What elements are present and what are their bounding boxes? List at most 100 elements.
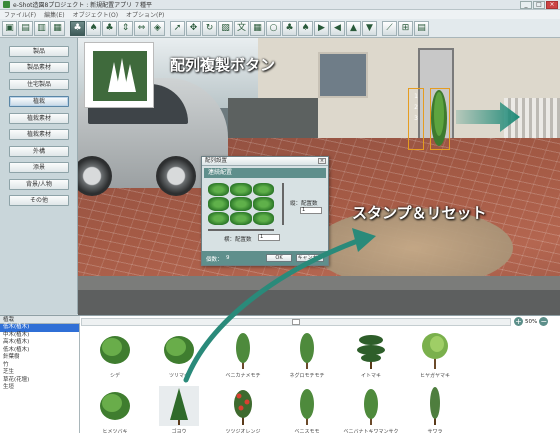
plant-item[interactable]: ツリマキ <box>149 330 209 382</box>
menu-object[interactable]: オブジェクト(O) <box>73 10 118 19</box>
flip-horizontal-icon[interactable]: ⇔ <box>134 20 149 36</box>
menu-file[interactable]: ファイル(F) <box>4 10 36 19</box>
plant-item[interactable]: ゴヨウ <box>149 386 209 433</box>
array-copy-logo <box>84 42 154 108</box>
left-button-planting[interactable]: 植栽 <box>9 96 69 107</box>
tree-icon[interactable]: ♠ <box>86 20 101 36</box>
category-item[interactable]: 生垣 <box>0 384 79 392</box>
arrow-right-icon[interactable]: ▶ <box>314 20 329 36</box>
plant-label: シデ <box>109 373 120 379</box>
minimize-button[interactable]: _ <box>520 1 532 9</box>
array-copy-icon[interactable]: ♣ <box>70 20 85 36</box>
rotate-icon[interactable]: ↻ <box>202 20 217 36</box>
selection-box-left[interactable]: 1 2 3 <box>408 88 424 150</box>
arrow-down-icon[interactable]: ▼ <box>362 20 377 36</box>
category-item[interactable]: 低木(植木) <box>0 347 79 355</box>
left-button-accessories[interactable]: 添景 <box>9 162 69 173</box>
plant-label: サワラ <box>427 429 443 433</box>
plant-item[interactable]: ベニスモモ <box>277 386 337 433</box>
menu-edit[interactable]: 編集(E) <box>44 10 64 19</box>
layout-icon[interactable]: ⊞ <box>398 20 413 36</box>
open-icon[interactable]: ▤ <box>18 20 33 36</box>
vertical-arrow-icon <box>282 183 284 225</box>
shrub-icon[interactable]: ♣ <box>282 20 297 36</box>
array-preview <box>208 183 274 225</box>
category-item[interactable]: 中木(植木) <box>0 332 79 340</box>
zoom-out-icon[interactable]: − <box>539 317 549 326</box>
measure-icon[interactable]: ⟋ <box>382 20 397 36</box>
close-button[interactable]: × <box>546 1 558 9</box>
left-button-exterior[interactable]: 外構 <box>9 146 69 157</box>
left-button-housing[interactable]: 住宅製品 <box>9 79 69 90</box>
mirror-icon[interactable]: ◈ <box>150 20 165 36</box>
print-icon[interactable]: ▦ <box>50 20 65 36</box>
flip-vertical-icon[interactable]: ⇕ <box>118 20 133 36</box>
plant-thumbnail-icon <box>300 389 314 425</box>
category-item[interactable]: 針葉樹 <box>0 354 79 362</box>
menu-option[interactable]: オプション(P) <box>126 10 164 19</box>
dialog-close-icon[interactable]: × <box>318 158 326 164</box>
plant-item[interactable]: ベニバナトキワマンサク <box>341 386 401 433</box>
plant-thumbnail-icon <box>430 387 440 425</box>
preview-shrub <box>252 197 274 211</box>
plant-label: ベニスモモ <box>294 429 320 433</box>
conifer-icon[interactable]: ♠ <box>298 20 313 36</box>
category-list: 低木(植木) 中木(植木) 高木(植木) 低木(植木) 針葉樹 竹 芝生 草花(… <box>0 324 80 433</box>
plant-thumbnail-icon <box>164 336 194 364</box>
plant-item[interactable]: ヒメツバキ <box>85 386 145 433</box>
plant-label: ヒヤガヤマキ <box>419 373 450 379</box>
arrow-up-icon[interactable]: ▲ <box>346 20 361 36</box>
plant-label: イトマキ <box>360 373 381 379</box>
plant-item[interactable]: イトマキ <box>341 330 401 382</box>
left-button-other[interactable]: その他 <box>9 195 69 206</box>
category-item[interactable]: 高木(植木) <box>0 339 79 347</box>
ok-button[interactable]: OK <box>266 254 292 262</box>
selection-box-right[interactable] <box>430 88 450 150</box>
plant-item[interactable]: ツツジオレンジ <box>213 386 273 433</box>
category-item[interactable]: 低木(植木) <box>0 324 79 332</box>
zoom-label: 50% <box>525 318 538 325</box>
plant-item[interactable]: ベニカナメモチ <box>213 330 273 382</box>
move-icon[interactable]: ✥ <box>186 20 201 36</box>
grid-icon[interactable]: ▦ <box>250 20 265 36</box>
tree-group-icon[interactable]: ♣ <box>102 20 117 36</box>
category-item[interactable]: 草花(花壇) <box>0 377 79 385</box>
size-slider-thumb[interactable] <box>292 319 300 325</box>
text-icon[interactable]: 文 <box>234 20 249 36</box>
preview-shrub <box>208 183 230 197</box>
category-item[interactable]: 竹 <box>0 362 79 370</box>
size-slider[interactable] <box>81 318 511 326</box>
cancel-button[interactable]: キャンセル <box>296 254 324 262</box>
left-button-planting-materials-2[interactable]: 植栽素材 <box>9 129 69 140</box>
image-icon[interactable]: ▧ <box>218 20 233 36</box>
table-icon[interactable]: ▤ <box>414 20 429 36</box>
category-item[interactable]: 芝生 <box>0 369 79 377</box>
dialog-header: 連続配置 <box>204 168 326 178</box>
circle-icon[interactable]: ○ <box>266 20 281 36</box>
left-button-product-materials[interactable]: 製品素材 <box>9 62 69 73</box>
count-value: 9 <box>226 255 230 261</box>
plant-item[interactable]: ヒヤガヤマキ <box>405 330 465 382</box>
dialog-title: 配列設置 <box>205 158 228 164</box>
plant-item[interactable]: シデ <box>85 330 145 382</box>
left-button-planting-materials-1[interactable]: 植栽素材 <box>9 113 69 124</box>
preview-shrub <box>208 197 230 211</box>
horizontal-count-select[interactable]: 1 <box>258 234 280 241</box>
vertical-count-select[interactable]: 1 <box>300 207 322 214</box>
new-icon[interactable]: ▣ <box>2 20 17 36</box>
array-dialog: 配列設置 × 連続配置 縦：配置数 1 横：配置数 1 個数： 9 OK キャン… <box>201 156 329 266</box>
plant-thumbnail-icon <box>300 333 314 369</box>
select-arrow-icon[interactable]: ➚ <box>170 20 185 36</box>
preview-shrub <box>208 211 230 225</box>
plant-item[interactable]: ネグロモチモチ <box>277 330 337 382</box>
menu-bar: ファイル(F) 編集(E) オブジェクト(O) オプション(P) <box>0 10 560 19</box>
save-icon[interactable]: ▥ <box>34 20 49 36</box>
arrow-left-icon[interactable]: ◀ <box>330 20 345 36</box>
zoom-in-icon[interactable]: + <box>514 317 523 326</box>
selection-label-2: 2 <box>414 104 418 111</box>
left-button-products[interactable]: 製品 <box>9 46 69 57</box>
left-button-background[interactable]: 背景/人物 <box>9 179 69 190</box>
maximize-button[interactable]: □ <box>533 1 545 9</box>
plant-item[interactable]: サワラ <box>405 386 465 433</box>
toolbar: ▣ ▤ ▥ ▦ ♣ ♠ ♣ ⇕ ⇔ ◈ ➚ ✥ ↻ ▧ 文 ▦ ○ ♣ ♠ ▶ … <box>0 19 560 38</box>
